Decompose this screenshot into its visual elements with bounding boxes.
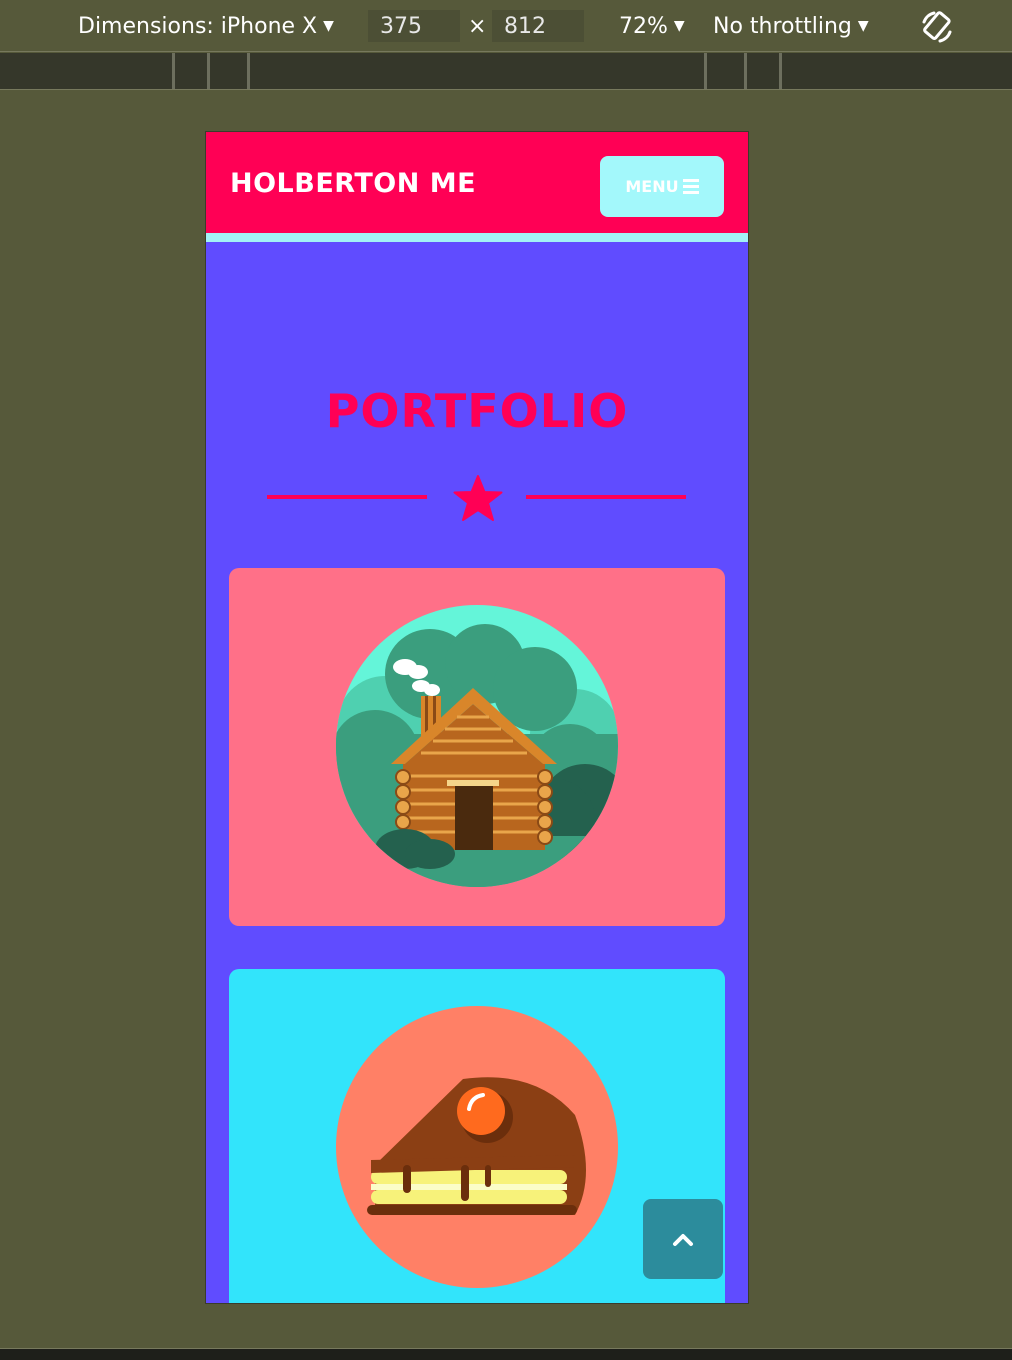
media-query-marker[interactable] xyxy=(744,53,747,89)
chevron-up-icon xyxy=(673,1234,693,1246)
log-cabin-icon xyxy=(336,605,618,887)
device-dimensions-dropdown[interactable]: Dimensions: iPhone X ▼ xyxy=(78,0,334,52)
media-query-marker[interactable] xyxy=(207,53,210,89)
viewport-height-input[interactable]: 812 xyxy=(492,10,584,42)
zoom-dropdown[interactable]: 72% ▼ xyxy=(619,0,685,52)
section-title: PORTFOLIO xyxy=(325,384,629,438)
throttling-label: No throttling xyxy=(713,13,852,39)
device-dimensions-label: Dimensions: iPhone X xyxy=(78,13,318,39)
portfolio-card[interactable] xyxy=(229,568,725,926)
divider-line-right xyxy=(526,495,686,499)
throttling-dropdown[interactable]: No throttling ▼ xyxy=(713,0,869,52)
caret-down-icon: ▼ xyxy=(857,18,869,34)
divider-line-left xyxy=(267,495,427,499)
menu-label: MENU xyxy=(625,177,679,196)
site-brand[interactable]: HOLBERTON ME xyxy=(230,168,476,199)
device-viewport: HOLBERTON ME MENU PORTFOLIO xyxy=(206,132,748,1303)
menu-button[interactable]: MENU xyxy=(600,156,724,217)
rotate-device-icon[interactable] xyxy=(918,8,956,46)
media-query-marker[interactable] xyxy=(779,53,782,89)
caret-down-icon: ▼ xyxy=(323,18,334,34)
media-query-marker[interactable] xyxy=(172,53,175,89)
star-icon xyxy=(453,475,503,521)
media-query-marker[interactable] xyxy=(704,53,707,89)
zoom-label: 72% xyxy=(619,13,668,39)
hamburger-icon xyxy=(682,179,699,194)
devtools-toolbar: Dimensions: iPhone X ▼ 375 × 812 72% ▼ N… xyxy=(0,0,1012,52)
media-query-marker[interactable] xyxy=(247,53,250,89)
site-header: HOLBERTON ME MENU xyxy=(206,132,748,242)
back-to-top-button[interactable] xyxy=(643,1199,723,1279)
dimension-separator: × xyxy=(468,13,487,39)
cake-slice-icon xyxy=(336,1006,618,1288)
devtools-bottom-edge xyxy=(0,1348,1012,1360)
viewport-width-input[interactable]: 375 xyxy=(368,10,460,42)
caret-down-icon: ▼ xyxy=(673,18,685,34)
media-query-bar xyxy=(0,53,1012,90)
